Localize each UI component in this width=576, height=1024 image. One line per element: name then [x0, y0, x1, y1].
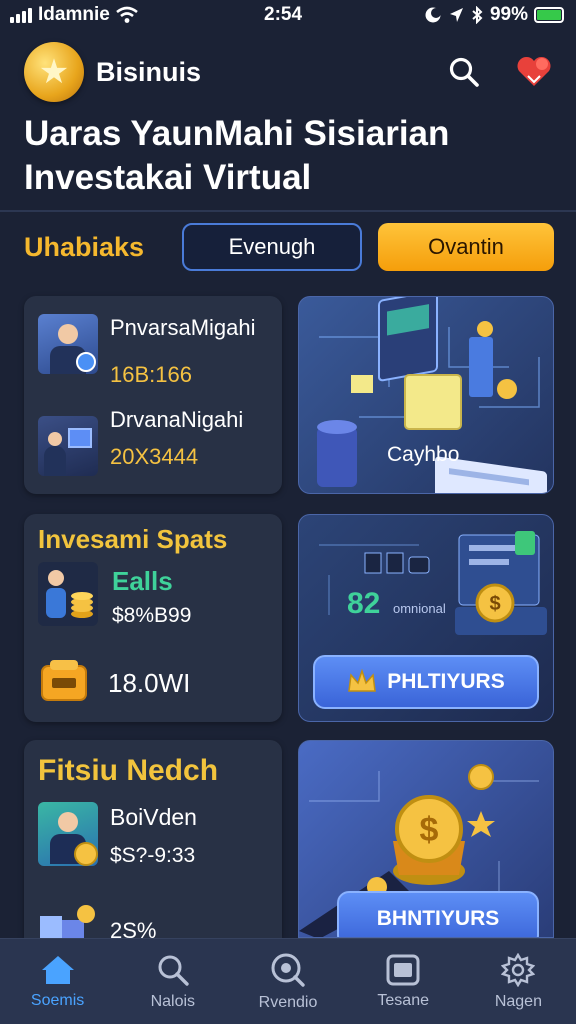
growth-value: Ealls	[112, 566, 173, 596]
status-right: 99%	[424, 4, 564, 26]
blockchain-illustration[interactable]: Cayhbo	[298, 296, 554, 494]
nav-item-window[interactable]: Tesane	[346, 939, 461, 1024]
svg-text:$: $	[420, 811, 439, 849]
home-icon	[41, 955, 74, 984]
crown-icon	[348, 669, 377, 692]
favorites-button[interactable]	[514, 52, 554, 92]
gear-icon	[501, 952, 536, 987]
battery-icon	[534, 7, 564, 23]
nav-label: Nagen	[494, 992, 542, 1010]
nav-label: Tesane	[377, 991, 429, 1009]
app-logo: ★	[24, 42, 84, 102]
nav-item-home[interactable]: Soemis	[0, 939, 115, 1024]
svg-text:$: $	[489, 593, 500, 615]
featured-card[interactable]: Fitsiu Nedch BoiVden $S?-9:33 2S%	[24, 740, 282, 943]
location-icon	[449, 8, 463, 22]
battery-percent: 99%	[489, 4, 528, 25]
status-bar: Idamnie 2:54 99%	[0, 0, 576, 30]
featured-name: BoiVden	[110, 804, 197, 830]
portfolio-action-button[interactable]: PHLTIYURS	[313, 655, 539, 709]
person-coins-icon	[38, 562, 98, 626]
filter-outline-button[interactable]: Evenugh	[182, 223, 362, 271]
gift-icon	[38, 904, 98, 938]
list-item[interactable]: DrvanaNigahi 20X3444	[38, 407, 243, 476]
bluetooth-icon	[472, 6, 483, 24]
brand-name: Bisinuis	[96, 56, 202, 87]
avatar	[38, 314, 98, 374]
dashboard-illustration: $	[319, 531, 547, 635]
list-item-name: DrvanaNigahi	[110, 407, 244, 432]
section-title: Invesami Spats	[38, 524, 228, 554]
heart-icon	[517, 56, 551, 86]
clock: 2:54	[264, 4, 303, 25]
wifi-icon	[116, 6, 138, 23]
portfolio-caption: omnional	[393, 601, 446, 616]
portfolio-action-label: PHLTIYURS	[387, 670, 505, 693]
avatar	[38, 802, 98, 866]
search-circle-icon	[271, 953, 305, 987]
search-button[interactable]	[444, 52, 484, 92]
signal-icon	[10, 7, 32, 23]
search-icon	[449, 57, 479, 87]
amount-value: 18.0WI	[108, 668, 191, 698]
coin-illustration[interactable]: $ BHNTIYURS	[298, 740, 554, 938]
filter-row: Uhabiaks Evenugh Ovantin	[24, 222, 554, 272]
list-item-value: 16B:166	[110, 362, 192, 387]
page-title: Uaras YaunMahi Sisiarian Investakai Virt…	[24, 112, 554, 200]
moon-icon	[425, 7, 441, 23]
filter-label: Uhabiaks	[24, 231, 145, 262]
window-icon	[386, 954, 420, 985]
nav-item-search[interactable]: Nalois	[115, 939, 230, 1024]
carrier-name: Idamnie	[38, 4, 110, 25]
coin-action-button[interactable]: BHNTIYURS	[337, 891, 539, 937]
price-value: $8%B99	[112, 604, 192, 627]
bottom-nav: Soemis Nalois Rvendio Tesane Nagen	[0, 938, 576, 1024]
illustration-label: Cayhbo	[387, 443, 460, 466]
investor-avatar	[38, 562, 98, 626]
portfolio-illustration[interactable]: $ 82 omnional PHLTIYURS	[298, 514, 554, 722]
header-actions	[444, 52, 554, 92]
page-title-line1: Uaras YaunMahi Sisiarian	[24, 114, 450, 153]
section-title: Fitsiu Nedch	[38, 754, 219, 787]
avatar	[38, 416, 98, 476]
featured-price: $S?-9:33	[110, 844, 196, 867]
search-icon	[158, 955, 189, 986]
nav-label: Rvendio	[258, 993, 318, 1011]
investor-card[interactable]: PnvarsaMigahi 16B:166 DrvanaNigahi 20X34…	[24, 296, 282, 494]
header-divider	[0, 210, 576, 212]
nav-item-settings[interactable]: Nagen	[461, 939, 576, 1024]
nav-label: Nalois	[150, 992, 196, 1010]
page-title-line2: Investakai Virtual	[24, 158, 312, 197]
list-item-name: PnvarsaMigahi	[110, 315, 256, 340]
list-item[interactable]: PnvarsaMigahi 16B:166	[38, 314, 256, 390]
investment-spots-card[interactable]: Invesami Spats Ealls $8%B99 18.0WI	[24, 514, 282, 722]
filter-solid-button[interactable]: Ovantin	[378, 223, 554, 271]
portfolio-number: 82	[347, 587, 381, 620]
nav-label: Soemis	[30, 991, 85, 1009]
app-header: ★ Bisinuis	[24, 40, 554, 104]
wallet-icon	[40, 658, 88, 702]
status-left: Idamnie	[10, 4, 138, 26]
nav-item-explore[interactable]: Rvendio	[230, 939, 345, 1024]
list-item-value: 20X3444	[110, 444, 199, 469]
